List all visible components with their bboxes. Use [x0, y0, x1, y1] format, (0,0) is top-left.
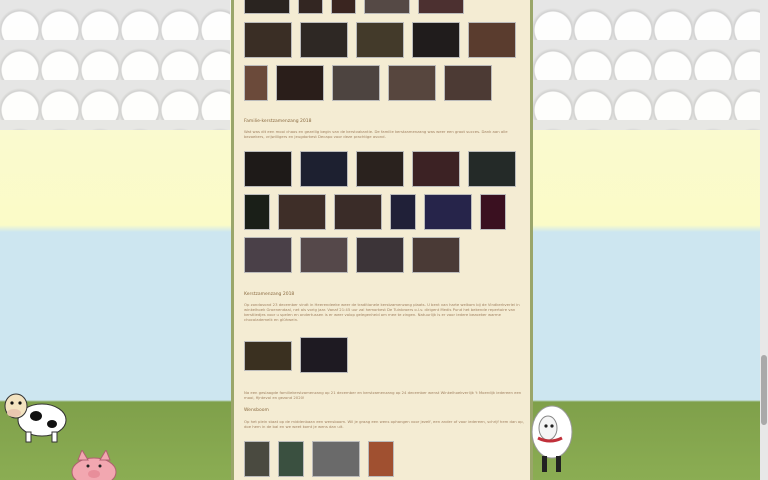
photo[interactable]: [356, 151, 404, 187]
photo-row-2: [244, 22, 516, 58]
photo[interactable]: [356, 237, 404, 273]
photo[interactable]: [412, 151, 460, 187]
photo[interactable]: [300, 237, 348, 273]
photo[interactable]: [244, 22, 292, 58]
photo[interactable]: [480, 194, 506, 230]
photo[interactable]: [424, 194, 472, 230]
photo[interactable]: [300, 151, 348, 187]
photo[interactable]: [364, 0, 410, 14]
photo[interactable]: [244, 0, 290, 14]
photo[interactable]: [244, 441, 270, 477]
photo-row-1: [244, 0, 464, 14]
photo[interactable]: [331, 0, 356, 14]
scrollbar-thumb[interactable]: [761, 355, 767, 425]
wens-heading: Wensboom: [244, 408, 269, 413]
photo[interactable]: [276, 65, 324, 101]
pig-illustration: [71, 450, 117, 480]
photo[interactable]: [298, 0, 323, 14]
photo[interactable]: [244, 151, 292, 187]
photo[interactable]: [244, 341, 292, 371]
photo[interactable]: [300, 337, 348, 373]
photo-row-4: [244, 151, 516, 187]
photo[interactable]: [390, 194, 416, 230]
kerst-paragraph: Op zondavond 23 december vindt in Heeren…: [244, 302, 520, 322]
clouds-left: [0, 0, 230, 130]
photo-row-3: [244, 65, 492, 101]
family-paragraph: Wat was dit een mooi chaos en gezellig b…: [244, 129, 508, 139]
photo[interactable]: [244, 194, 270, 230]
photo-row-8: [244, 441, 394, 477]
photo[interactable]: [412, 237, 460, 273]
photo[interactable]: [300, 22, 348, 58]
photo[interactable]: [278, 194, 326, 230]
scrollbar[interactable]: [760, 0, 768, 480]
sheep-illustration: [531, 405, 573, 472]
photo-row-7: [244, 337, 348, 373]
note-paragraph: Na een geslaagde familiekerstzamenzang o…: [244, 390, 522, 400]
photo[interactable]: [412, 22, 460, 58]
photo[interactable]: [468, 151, 516, 187]
photo[interactable]: [356, 22, 404, 58]
photo[interactable]: [468, 22, 516, 58]
photo[interactable]: [368, 441, 394, 477]
photo[interactable]: [312, 441, 360, 477]
photo[interactable]: [244, 237, 292, 273]
photo[interactable]: [278, 441, 304, 477]
family-heading: Familie-kerstzamenzang 2018: [244, 119, 312, 124]
kerst-heading: Kerstzamenzang 2018: [244, 292, 295, 297]
photo[interactable]: [418, 0, 464, 14]
photo[interactable]: [334, 194, 382, 230]
wens-paragraph: Op het plein staat op de middenbaan een …: [244, 419, 524, 429]
photo-row-5: [244, 194, 506, 230]
photo[interactable]: [244, 65, 268, 101]
photo[interactable]: [332, 65, 380, 101]
photo-row-6: [244, 237, 460, 273]
photo[interactable]: [388, 65, 436, 101]
photo[interactable]: [444, 65, 492, 101]
main-content: Familie-kerstzamenzang 2018 Wat was dit …: [231, 0, 533, 480]
clouds-right: [533, 0, 768, 130]
cow-illustration: [4, 393, 67, 443]
